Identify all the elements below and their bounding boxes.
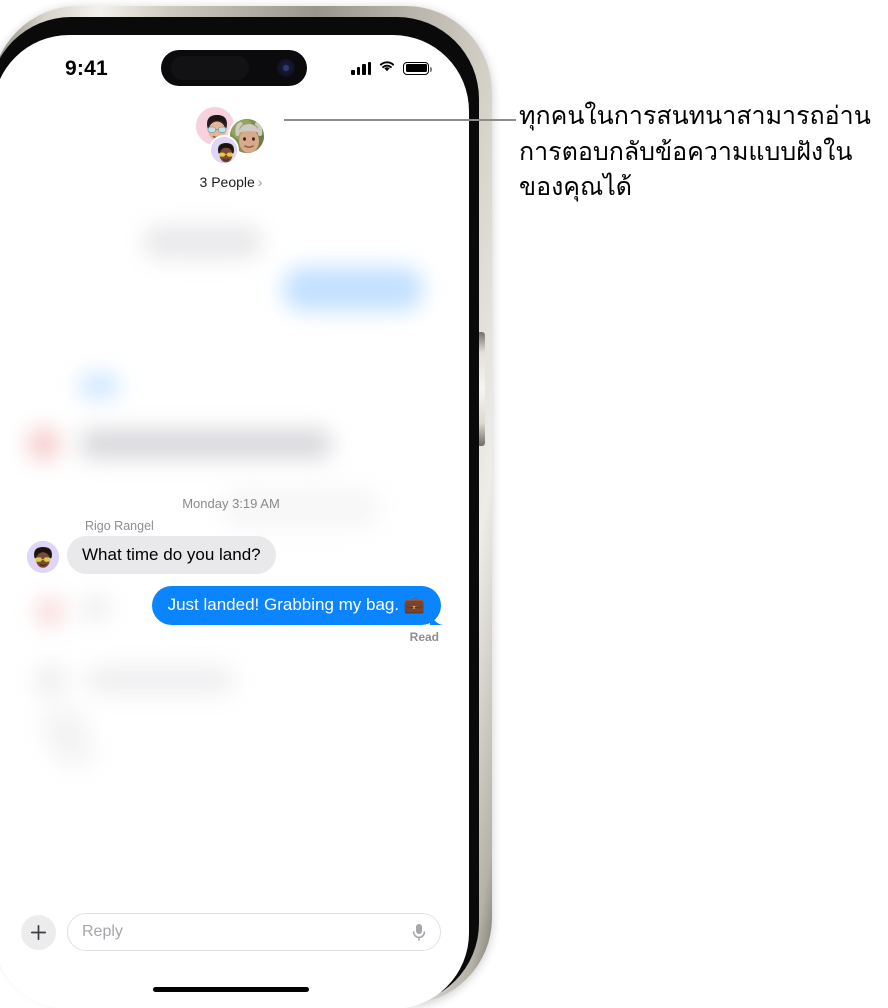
obscured-message-bubble <box>143 225 263 259</box>
conversation-thread[interactable]: Monday 3:19 AM Rigo Rangel What time do … <box>0 35 469 1008</box>
obscured-avatar <box>27 427 61 461</box>
outgoing-message-bubble[interactable]: Just landed! Grabbing my bag. 💼 <box>151 586 450 626</box>
read-receipt-status: Read <box>409 630 439 645</box>
obscured-message-bubble <box>283 267 423 311</box>
conversation-timestamp: Monday 3:19 AM <box>182 496 280 511</box>
reply-placeholder-text: Reply <box>82 923 123 940</box>
phone-screen: 9:41 3 People › Monday 3:19 AM Rigo Rang… <box>0 35 469 1008</box>
message-input-bar[interactable]: Reply <box>0 913 469 951</box>
callout-leader-line <box>284 119 516 121</box>
obscured-message-bubble <box>85 665 235 695</box>
obscured-message-bubble <box>53 735 97 769</box>
incoming-message-bubble[interactable]: What time do you land? <box>60 536 276 575</box>
incoming-message[interactable]: Rigo Rangel What time do you land? <box>27 519 427 575</box>
incoming-sender-name: Rigo Rangel <box>85 519 154 533</box>
outgoing-message[interactable]: Just landed! Grabbing my bag. 💼 Read <box>151 586 450 645</box>
obscured-avatar <box>35 597 65 627</box>
obscured-message-bubble <box>81 429 331 459</box>
home-indicator[interactable] <box>153 986 309 992</box>
callout-text: ทุกคนในการสนทนาสามารถอ่านการตอบกลับข้อคว… <box>519 101 871 201</box>
add-attachment-button[interactable] <box>21 914 56 950</box>
screenshot-stage: 9:41 3 People › Monday 3:19 AM Rigo Rang… <box>0 0 888 1008</box>
phone-hardware-frame: 9:41 3 People › Monday 3:19 AM Rigo Rang… <box>0 6 492 1008</box>
phone-bezel: 9:41 3 People › Monday 3:19 AM Rigo Rang… <box>0 17 479 1008</box>
plus-icon <box>30 924 47 940</box>
reply-input-field[interactable]: Reply <box>67 913 441 951</box>
obscured-message-bubble <box>78 373 120 399</box>
incoming-sender-avatar[interactable] <box>27 541 59 574</box>
obscured-avatar <box>33 663 69 699</box>
microphone-icon[interactable] <box>410 922 428 942</box>
obscured-message-bubble <box>81 595 111 621</box>
